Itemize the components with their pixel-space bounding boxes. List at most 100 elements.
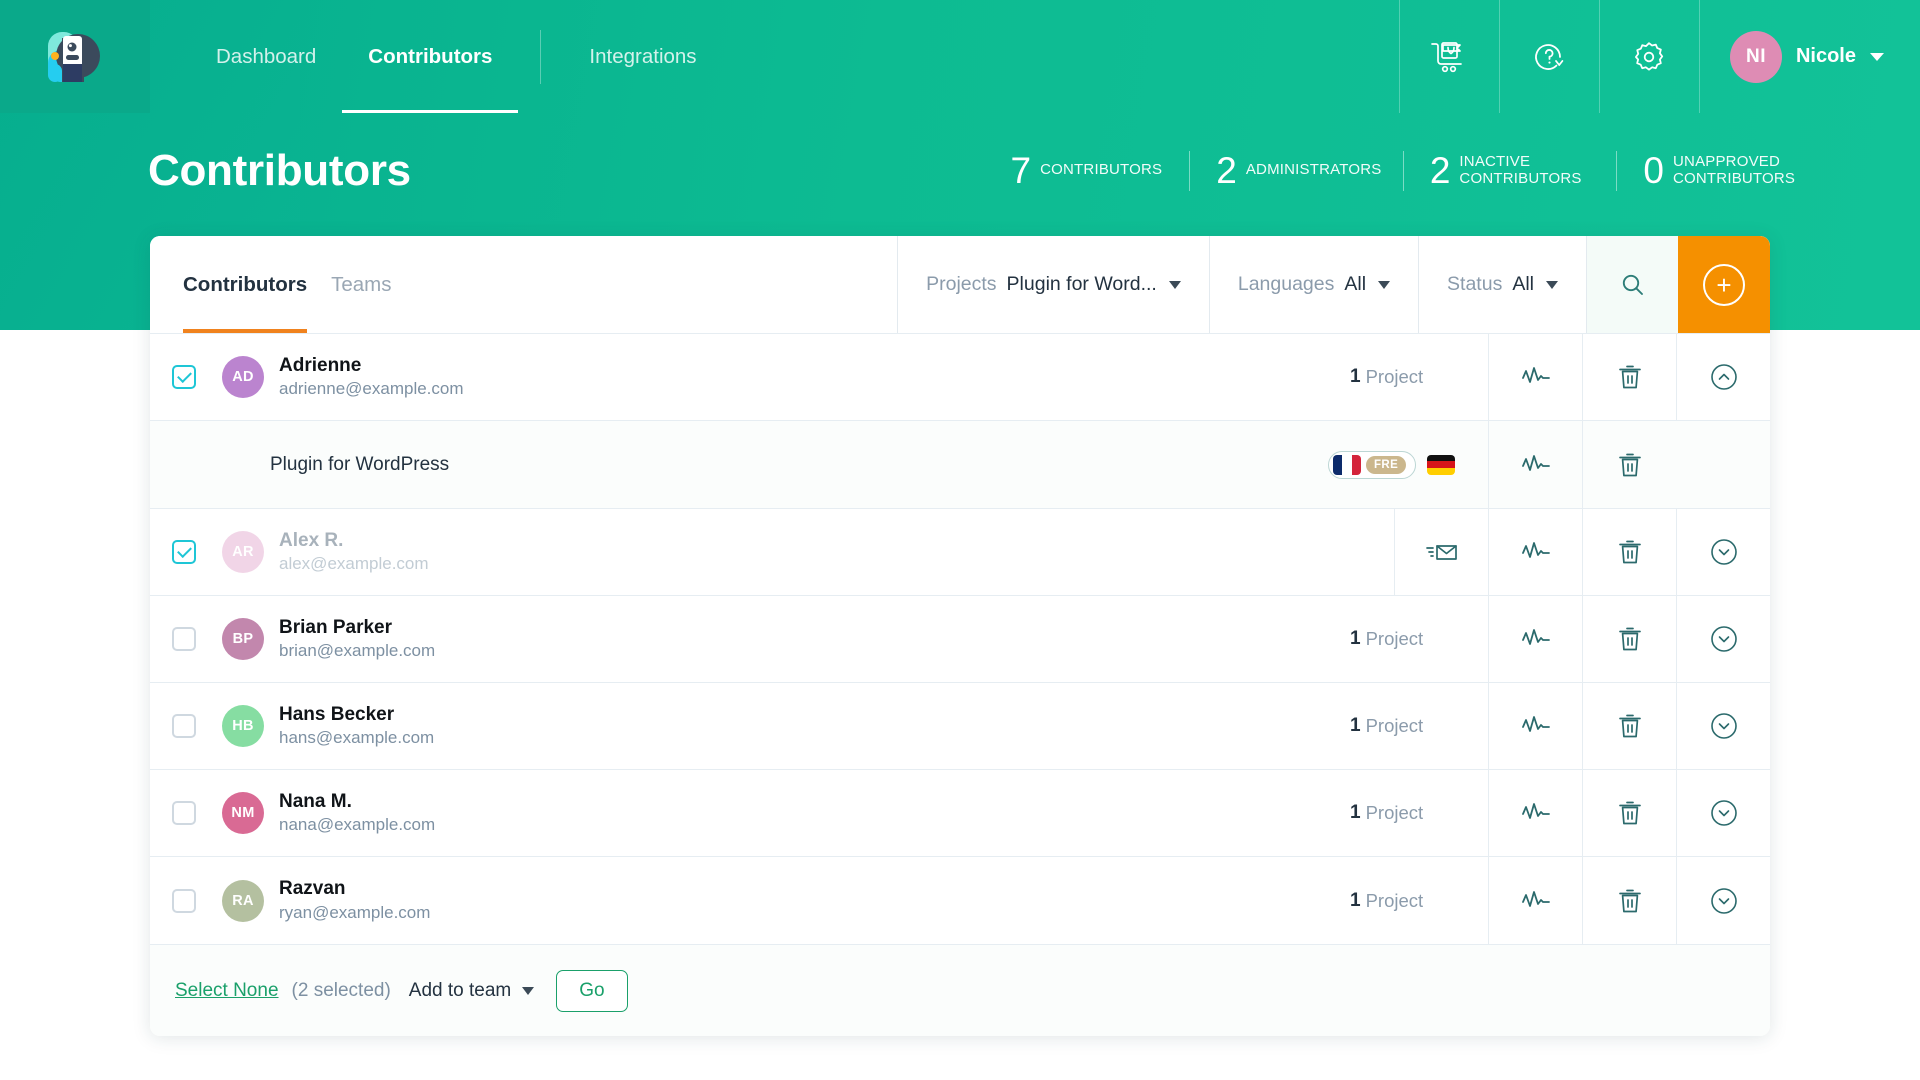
filter-status[interactable]: Status All — [1418, 236, 1586, 333]
activity-pulse-icon — [1521, 888, 1551, 914]
card-tabs: Contributors Teams — [150, 236, 897, 333]
search-button[interactable] — [1586, 236, 1678, 333]
nav-link-integrations[interactable]: Integrations — [563, 0, 722, 113]
activity-button[interactable] — [1488, 683, 1582, 769]
contributor-email: alex@example.com — [279, 554, 429, 574]
activity-button[interactable] — [1488, 509, 1582, 595]
expand-button[interactable] — [1676, 509, 1770, 595]
filter-projects[interactable]: Projects Plugin for Word... — [897, 236, 1209, 333]
contributor-name: Razvan — [279, 878, 346, 900]
activity-button[interactable] — [1488, 334, 1582, 420]
nav-right-actions: NI Nicole — [1398, 0, 1920, 113]
delete-button[interactable] — [1582, 596, 1676, 682]
tab-contributors[interactable]: Contributors — [183, 236, 308, 333]
trash-icon — [1617, 799, 1643, 827]
row-checkbox[interactable] — [172, 365, 196, 389]
activity-button[interactable] — [1488, 857, 1582, 944]
stat-value: 7 — [1010, 150, 1032, 191]
chevron-down-circle-icon — [1709, 798, 1739, 828]
row-checkbox[interactable] — [172, 714, 196, 738]
help-button[interactable] — [1498, 0, 1599, 113]
tab-teams[interactable]: Teams — [331, 236, 391, 333]
table-row[interactable]: HB Hans Becker hans@example.com 1 Projec… — [150, 683, 1770, 770]
row-checkbox-cell — [150, 770, 218, 856]
delete-button[interactable] — [1582, 857, 1676, 944]
avatar: HB — [222, 705, 264, 747]
activity-pulse-icon — [1521, 452, 1551, 478]
user-name-label: Nicole — [1795, 45, 1856, 67]
projects-count-word: Project — [1365, 889, 1424, 911]
project-name: Plugin for WordPress — [270, 453, 450, 475]
activity-pulse-icon — [1521, 364, 1551, 390]
stat-contributors: 7 CONTRIBUTORS — [984, 152, 1190, 189]
expand-button[interactable] — [1676, 596, 1770, 682]
contributor-name: Hans Becker — [279, 703, 395, 725]
projects-count-value: 1 — [1350, 889, 1361, 911]
activity-button[interactable] — [1488, 770, 1582, 856]
row-checkbox[interactable] — [172, 540, 196, 564]
filter-status-label: Status — [1447, 273, 1503, 295]
select-none-link[interactable]: Select None — [175, 980, 279, 1002]
contributor-info: RA Razvan ryan@example.com — [218, 857, 1328, 944]
stat-label: INACTIVE CONTRIBUTORS — [1459, 152, 1582, 187]
settings-button[interactable] — [1598, 0, 1699, 113]
delete-button[interactable] — [1582, 334, 1676, 420]
delete-button[interactable] — [1582, 770, 1676, 856]
expand-button[interactable] — [1676, 770, 1770, 856]
search-icon — [1620, 272, 1646, 298]
activity-button[interactable] — [1488, 596, 1582, 682]
table-row[interactable]: BP Brian Parker brian@example.com 1 Proj… — [150, 596, 1770, 683]
user-menu[interactable]: NI Nicole — [1698, 0, 1920, 113]
nav-link-dashboard[interactable]: Dashboard — [190, 0, 342, 113]
language-chip-fre[interactable]: FRE — [1328, 450, 1417, 479]
activity-pulse-icon — [1521, 539, 1551, 565]
store-cart-button[interactable] — [1398, 0, 1499, 113]
subrow-action-spacer — [1676, 421, 1770, 508]
trash-icon — [1617, 712, 1643, 740]
activity-button[interactable] — [1488, 421, 1582, 508]
add-to-team-dropdown[interactable]: Add to team — [409, 980, 535, 1002]
table-row[interactable]: AR Alex R. alex@example.com — [150, 509, 1770, 596]
contributor-info: NM Nana M. nana@example.com — [218, 770, 1328, 856]
delete-button[interactable] — [1582, 683, 1676, 769]
language-flags: FRE — [1328, 421, 1488, 508]
filter-languages[interactable]: Languages All — [1208, 236, 1418, 333]
table-row[interactable]: RA Razvan ryan@example.com 1 Project — [150, 857, 1770, 944]
projects-count-value: 1 — [1350, 802, 1361, 823]
row-checkbox[interactable] — [172, 801, 196, 825]
chevron-up-circle-icon — [1709, 362, 1739, 392]
table-row[interactable]: NM Nana M. nana@example.com 1 Project — [150, 770, 1770, 857]
expand-button[interactable] — [1676, 857, 1770, 944]
chevron-down-icon — [1546, 280, 1558, 289]
resend-invite-button[interactable] — [1394, 509, 1488, 595]
stat-value: 2 — [1429, 150, 1451, 191]
row-checkbox[interactable] — [172, 627, 196, 651]
top-navigation-bar: Dashboard Contributors Integrations NI N… — [0, 0, 1920, 113]
add-contributor-button[interactable]: + — [1678, 236, 1770, 333]
projects-count-word: Project — [1365, 366, 1424, 387]
projects-count-word: Project — [1365, 715, 1424, 736]
plus-icon: + — [1703, 263, 1745, 306]
flag-de-icon[interactable] — [1427, 454, 1456, 475]
collapse-button[interactable] — [1676, 334, 1770, 420]
row-checkbox-cell — [150, 334, 218, 420]
gear-icon — [1630, 38, 1668, 76]
stat-administrators: 2 ADMINISTRATORS — [1189, 152, 1403, 189]
delete-button[interactable] — [1582, 421, 1676, 508]
project-subrow[interactable]: Plugin for WordPress FRE — [150, 421, 1770, 509]
filter-languages-label: Languages — [1237, 273, 1335, 295]
nav-divider — [540, 29, 542, 84]
avatar: NM — [222, 792, 264, 834]
row-checkbox-cell — [150, 509, 218, 595]
stat-unapproved-contributors: 0 UNAPPROVED CONTRIBUTORS — [1616, 152, 1830, 189]
row-checkbox[interactable] — [172, 888, 196, 913]
table-row[interactable]: AD Adrienne adrienne@example.com 1 Proje… — [150, 334, 1770, 421]
nav-link-contributors[interactable]: Contributors — [342, 0, 519, 113]
language-code: FRE — [1366, 455, 1407, 474]
delete-button[interactable] — [1582, 509, 1676, 595]
chevron-down-icon — [1168, 280, 1181, 289]
trash-icon — [1617, 887, 1643, 915]
go-button[interactable]: Go — [556, 969, 628, 1012]
expand-button[interactable] — [1676, 683, 1770, 769]
app-logo[interactable] — [0, 0, 150, 113]
